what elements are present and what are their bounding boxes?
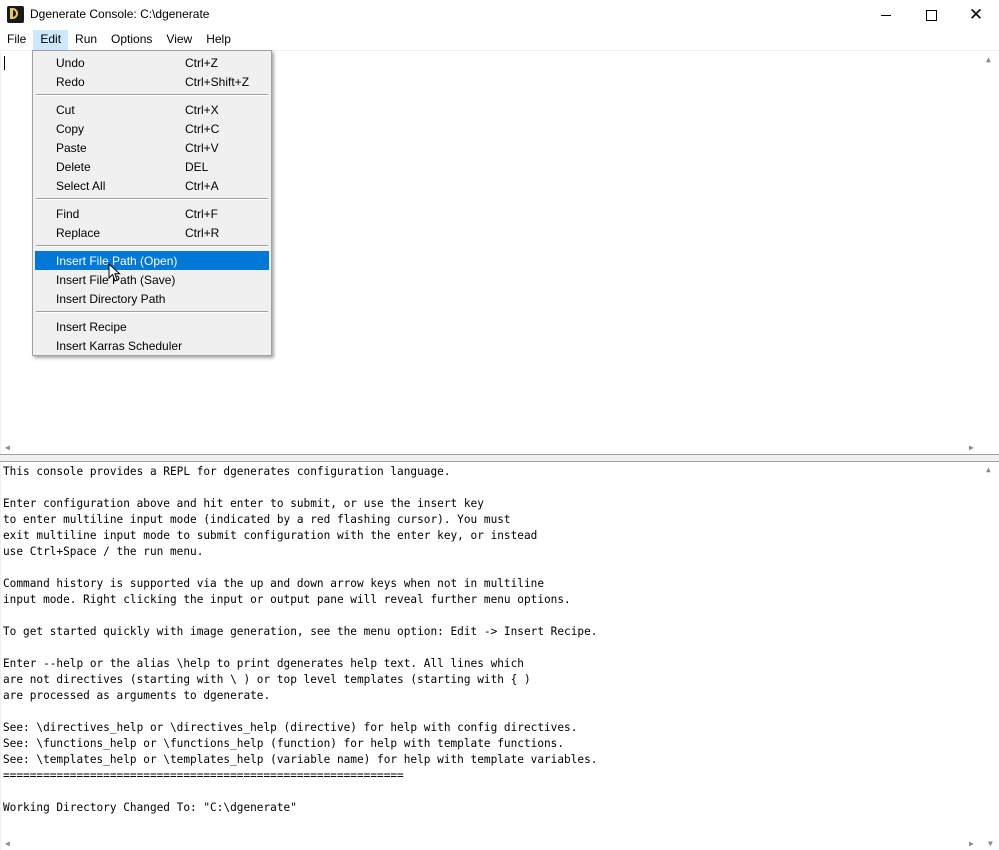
menu-item-cut[interactable]: Cut Ctrl+X bbox=[35, 100, 269, 119]
menu-item-label: Find bbox=[56, 207, 80, 221]
menu-item-insert-directory-path[interactable]: Insert Directory Path bbox=[35, 289, 269, 308]
menu-view[interactable]: View bbox=[159, 30, 199, 50]
menu-bar: File Edit Run Options View Help bbox=[0, 30, 999, 50]
scroll-right-arrow-icon[interactable]: ▶ bbox=[969, 444, 974, 452]
window-title: Dgenerate Console: C:\dgenerate bbox=[30, 7, 210, 21]
menu-item-replace[interactable]: Replace Ctrl+R bbox=[35, 223, 269, 242]
input-vertical-scrollbar[interactable]: ▲ ▼ bbox=[982, 51, 999, 454]
edit-menu-dropdown: Undo Ctrl+Z Redo Ctrl+Shift+Z Cut Ctrl+X… bbox=[32, 50, 272, 356]
menu-item-paste[interactable]: Paste Ctrl+V bbox=[35, 138, 269, 157]
menu-item-label: Insert Karras Scheduler bbox=[56, 339, 183, 353]
menu-item-label: Delete bbox=[56, 160, 91, 174]
output-vertical-scrollbar[interactable]: ▲ bbox=[982, 462, 999, 850]
menu-item-insert-file-path-save[interactable]: Insert File Path (Save) bbox=[35, 270, 269, 289]
mouse-pointer-icon bbox=[108, 263, 121, 282]
menu-item-delete[interactable]: Delete DEL bbox=[35, 157, 269, 176]
menu-item-label: Redo bbox=[56, 75, 85, 89]
menu-separator bbox=[36, 198, 268, 200]
dgenerate-app-icon bbox=[7, 6, 24, 23]
menu-item-shortcut: Ctrl+V bbox=[185, 141, 219, 155]
menu-item-undo[interactable]: Undo Ctrl+Z bbox=[35, 53, 269, 72]
output-text: This console provides a REPL for dgenera… bbox=[3, 465, 598, 814]
menu-edit[interactable]: Edit bbox=[33, 30, 69, 50]
title-bar[interactable]: Dgenerate Console: C:\dgenerate ✕ bbox=[0, 0, 999, 30]
menu-item-label: Select All bbox=[56, 179, 106, 193]
menu-item-label: Undo bbox=[56, 56, 85, 70]
scroll-up-arrow-icon[interactable]: ▲ bbox=[986, 56, 991, 64]
menu-item-insert-recipe[interactable]: Insert Recipe bbox=[35, 317, 269, 336]
maximize-icon bbox=[925, 9, 937, 21]
pane-splitter[interactable] bbox=[0, 454, 999, 462]
scroll-up-arrow-icon[interactable]: ▲ bbox=[986, 466, 991, 474]
output-horizontal-scrollbar[interactable]: ◀ ▶ ▼ bbox=[1, 838, 999, 850]
menu-item-label: Paste bbox=[56, 141, 87, 155]
scroll-down-arrow-icon[interactable]: ▼ bbox=[988, 840, 993, 848]
menu-options[interactable]: Options bbox=[104, 30, 159, 50]
menu-separator bbox=[36, 311, 268, 313]
menu-item-label: Insert Directory Path bbox=[56, 292, 166, 306]
menu-item-shortcut: Ctrl+Z bbox=[185, 56, 218, 70]
menu-run[interactable]: Run bbox=[68, 30, 104, 50]
menu-item-label: Replace bbox=[56, 226, 101, 240]
minimize-icon bbox=[881, 14, 891, 16]
minimize-button[interactable] bbox=[863, 0, 909, 30]
menu-item-shortcut: Ctrl+C bbox=[185, 122, 220, 136]
menu-item-label: Copy bbox=[56, 122, 85, 136]
menu-item-shortcut: Ctrl+X bbox=[185, 103, 219, 117]
menu-separator bbox=[36, 245, 268, 247]
menu-file[interactable]: File bbox=[0, 30, 33, 50]
menu-separator bbox=[36, 94, 268, 96]
menu-item-label: Cut bbox=[56, 103, 75, 117]
menu-item-label: Insert Recipe bbox=[56, 320, 127, 334]
maximize-button[interactable] bbox=[908, 0, 954, 30]
close-button[interactable]: ✕ bbox=[953, 0, 999, 30]
close-icon: ✕ bbox=[968, 4, 984, 25]
menu-item-copy[interactable]: Copy Ctrl+C bbox=[35, 119, 269, 138]
menu-item-select-all[interactable]: Select All Ctrl+A bbox=[35, 176, 269, 195]
menu-item-shortcut: Ctrl+F bbox=[185, 207, 218, 221]
menu-item-find[interactable]: Find Ctrl+F bbox=[35, 204, 269, 223]
menu-item-insert-karras-scheduler[interactable]: Insert Karras Scheduler bbox=[35, 336, 269, 355]
text-caret bbox=[4, 56, 5, 70]
menu-item-redo[interactable]: Redo Ctrl+Shift+Z bbox=[35, 72, 269, 91]
scroll-right-arrow-icon[interactable]: ▶ bbox=[969, 840, 974, 848]
menu-item-shortcut: Ctrl+A bbox=[185, 179, 219, 193]
menu-item-shortcut: Ctrl+R bbox=[185, 226, 220, 240]
input-horizontal-scrollbar[interactable]: ◀ ▶ bbox=[1, 442, 999, 454]
menu-help[interactable]: Help bbox=[199, 30, 238, 50]
scroll-left-arrow-icon[interactable]: ◀ bbox=[5, 840, 10, 848]
output-pane[interactable]: This console provides a REPL for dgenera… bbox=[1, 462, 999, 850]
menu-item-insert-file-path-open[interactable]: Insert File Path (Open) bbox=[35, 251, 269, 270]
menu-item-shortcut: Ctrl+Shift+Z bbox=[185, 75, 250, 89]
menu-item-shortcut: DEL bbox=[185, 160, 209, 174]
scroll-left-arrow-icon[interactable]: ◀ bbox=[5, 444, 10, 452]
